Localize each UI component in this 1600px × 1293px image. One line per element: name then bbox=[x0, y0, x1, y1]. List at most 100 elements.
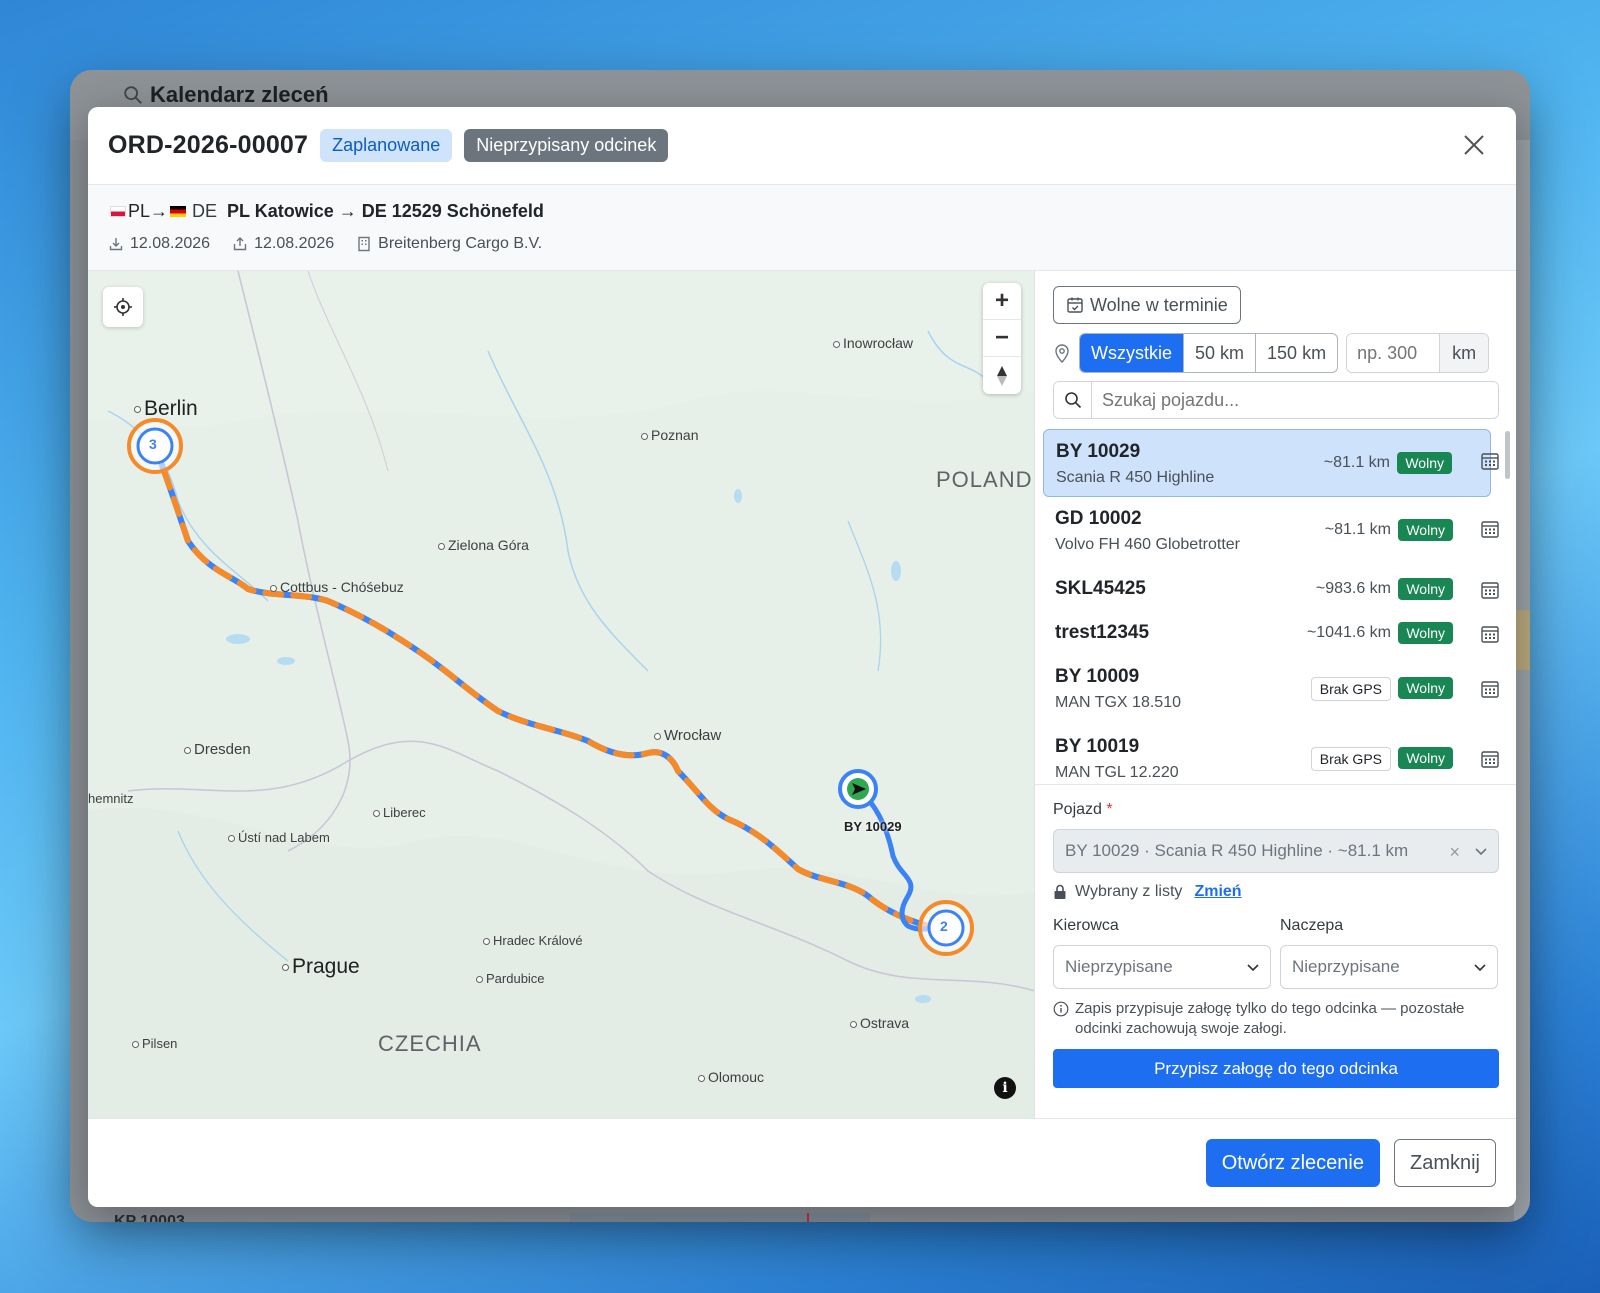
map-label-ostrava: Ostrava bbox=[850, 1015, 909, 1031]
vehicle-panel: Wolne w terminie Wszystkie 50 km 150 km … bbox=[1035, 271, 1516, 1118]
vehicle-label: Pojazd * bbox=[1053, 801, 1113, 818]
calendar-icon[interactable] bbox=[1480, 580, 1500, 600]
map-label-dresden: Dresden bbox=[184, 741, 251, 758]
status-badge: Wolny bbox=[1398, 622, 1453, 644]
search-icon bbox=[1064, 392, 1081, 409]
chevron-down-icon bbox=[1247, 964, 1259, 972]
map-label-berlin: Berlin bbox=[134, 397, 198, 421]
map-canvas[interactable] bbox=[88, 271, 1035, 1118]
radius-filter: Wszystkie 50 km 150 km km bbox=[1053, 333, 1490, 373]
client: Breitenberg Cargo B.V. bbox=[356, 235, 542, 253]
chevron-down-icon bbox=[1474, 964, 1486, 972]
map-label-zielona-gora: Zielona Góra bbox=[438, 537, 529, 553]
background-strip bbox=[1514, 140, 1530, 1222]
free-in-term-button[interactable]: Wolne w terminie bbox=[1053, 286, 1241, 324]
map-label-usti: Ústí nad Labem bbox=[228, 830, 330, 845]
vehicle-list[interactable]: BY 10029 Scania R 450 Highline ~81.1 km … bbox=[1035, 427, 1516, 785]
crosshair-icon bbox=[114, 298, 132, 316]
map-label-wroclaw: Wrocław bbox=[654, 727, 721, 744]
calendar-icon[interactable] bbox=[1480, 624, 1500, 644]
flag-de-icon bbox=[170, 206, 187, 217]
clear-icon[interactable]: × bbox=[1449, 842, 1460, 863]
calendar-icon[interactable] bbox=[1480, 749, 1500, 769]
background-row-label: KP 10003 bbox=[114, 1213, 185, 1222]
status-badge: Zaplanowane bbox=[320, 129, 453, 162]
search-icon-box bbox=[1054, 382, 1092, 418]
route-map[interactable]: 3 2 Berlin Poznan Inowrocław POLAND Ziel… bbox=[88, 271, 1035, 1118]
custom-radius-unit: km bbox=[1439, 334, 1489, 372]
download-icon bbox=[109, 238, 123, 251]
zoom-out-button[interactable]: − bbox=[983, 320, 1021, 357]
vehicle-row[interactable]: trest12345 ~1041.6 km Wolny bbox=[1043, 613, 1491, 655]
compass-button[interactable] bbox=[983, 357, 1021, 394]
calendar-icon[interactable] bbox=[1480, 451, 1500, 471]
map-label-pilsen: Pilsen bbox=[132, 1036, 177, 1051]
radius-option-150[interactable]: 150 km bbox=[1256, 334, 1337, 372]
assign-crew-button[interactable]: Przypisz załogę do tego odcinka bbox=[1053, 1049, 1499, 1088]
status-badge: Wolny bbox=[1398, 747, 1453, 769]
status-badge: Wolny bbox=[1398, 578, 1453, 600]
vehicle-row[interactable]: BY 10019 MAN TGL 12.220 Brak GPS Wolny bbox=[1043, 727, 1491, 784]
calendar-icon[interactable] bbox=[1480, 679, 1500, 699]
route-to-code: DE bbox=[192, 201, 218, 221]
radius-option-all[interactable]: Wszystkie bbox=[1080, 334, 1184, 372]
compass-icon bbox=[997, 365, 1007, 386]
background-marker bbox=[807, 1213, 809, 1222]
load-date: 12.08.2026 bbox=[108, 235, 210, 253]
calendar-check-icon bbox=[1067, 297, 1083, 313]
map-label-olomouc: Olomouc bbox=[698, 1069, 764, 1085]
driver-select[interactable]: Nieprzypisane bbox=[1053, 945, 1271, 989]
vehicle-search bbox=[1053, 381, 1499, 419]
cluster-katowice-count[interactable]: 2 bbox=[940, 918, 948, 934]
custom-radius-group: km bbox=[1346, 333, 1490, 373]
map-label-prague: Prague bbox=[282, 955, 360, 979]
calendar-icon[interactable] bbox=[1480, 519, 1500, 539]
truck-marker-label[interactable]: BY 10029 bbox=[844, 819, 902, 834]
map-label-chemnitz: hemnitz bbox=[88, 791, 134, 806]
open-order-button[interactable]: Otwórz zlecenie bbox=[1205, 1139, 1380, 1187]
background-bar bbox=[570, 1213, 870, 1222]
upload-icon bbox=[233, 237, 247, 251]
locate-button[interactable] bbox=[103, 287, 143, 327]
vehicle-select[interactable]: BY 10029 · Scania R 450 Highline · ~81.1… bbox=[1053, 829, 1499, 873]
map-label-poland: POLAND bbox=[936, 467, 1033, 492]
map-label-liberec: Liberec bbox=[373, 805, 426, 820]
map-info-icon[interactable]: i bbox=[994, 1077, 1016, 1099]
zoom-in-button[interactable]: + bbox=[983, 283, 1021, 320]
gps-badge: Brak GPS bbox=[1310, 677, 1391, 701]
radius-option-50[interactable]: 50 km bbox=[1184, 334, 1257, 372]
route-arrow: → bbox=[150, 201, 169, 221]
close-button[interactable]: Zamknij bbox=[1393, 1139, 1496, 1187]
change-link[interactable]: Zmień bbox=[1194, 883, 1241, 901]
modal-footer: Otwórz zlecenie Zamknij bbox=[88, 1118, 1516, 1207]
chevron-down-icon bbox=[1475, 848, 1487, 856]
vehicle-list-scrollbar[interactable] bbox=[1505, 431, 1510, 479]
order-id: ORD-2026-00007 bbox=[108, 131, 309, 159]
vehicle-search-input[interactable] bbox=[1092, 382, 1498, 418]
map-label-poznan: Poznan bbox=[641, 427, 698, 443]
building-icon bbox=[358, 236, 370, 252]
vehicle-row[interactable]: BY 10009 MAN TGX 18.510 Brak GPS Wolny bbox=[1043, 657, 1491, 725]
trailer-label: Naczepa bbox=[1280, 917, 1344, 934]
map-label-inowroclaw: Inowrocław bbox=[833, 335, 913, 351]
info-circle-icon bbox=[1053, 1001, 1069, 1017]
vehicle-row[interactable]: GD 10002 Volvo FH 460 Globetrotter ~81.1… bbox=[1043, 499, 1491, 567]
status-badge: Wolny bbox=[1398, 677, 1453, 699]
close-icon[interactable] bbox=[1462, 133, 1486, 157]
lock-icon bbox=[1054, 884, 1066, 899]
order-modal: ORD-2026-00007 Zaplanowane Nieprzypisany… bbox=[88, 107, 1516, 1207]
route-meta: 12.08.2026 12.08.2026 Breitenberg Cargo … bbox=[108, 235, 564, 253]
vehicle-row[interactable]: BY 10029 Scania R 450 Highline ~81.1 km … bbox=[1043, 429, 1491, 497]
location-pin-icon bbox=[1055, 344, 1069, 363]
map-label-hradec: Hradec Králové bbox=[483, 933, 583, 948]
map-label-cottbus: Cottbus - Chóśebuz bbox=[270, 579, 404, 595]
map-label-pardubice: Pardubice bbox=[476, 971, 545, 986]
unload-date: 12.08.2026 bbox=[232, 235, 334, 253]
trailer-select[interactable]: Nieprzypisane bbox=[1280, 945, 1498, 989]
vehicle-row[interactable]: SKL45425 ~983.6 km Wolny bbox=[1043, 569, 1491, 611]
map-label-czechia: CZECHIA bbox=[378, 1031, 482, 1056]
route-title: PL Katowice → DE 12529 Schönefeld bbox=[227, 201, 544, 221]
cluster-berlin-count[interactable]: 3 bbox=[149, 436, 157, 452]
custom-radius-input[interactable] bbox=[1347, 334, 1440, 372]
route-from-code: PL bbox=[128, 201, 151, 221]
